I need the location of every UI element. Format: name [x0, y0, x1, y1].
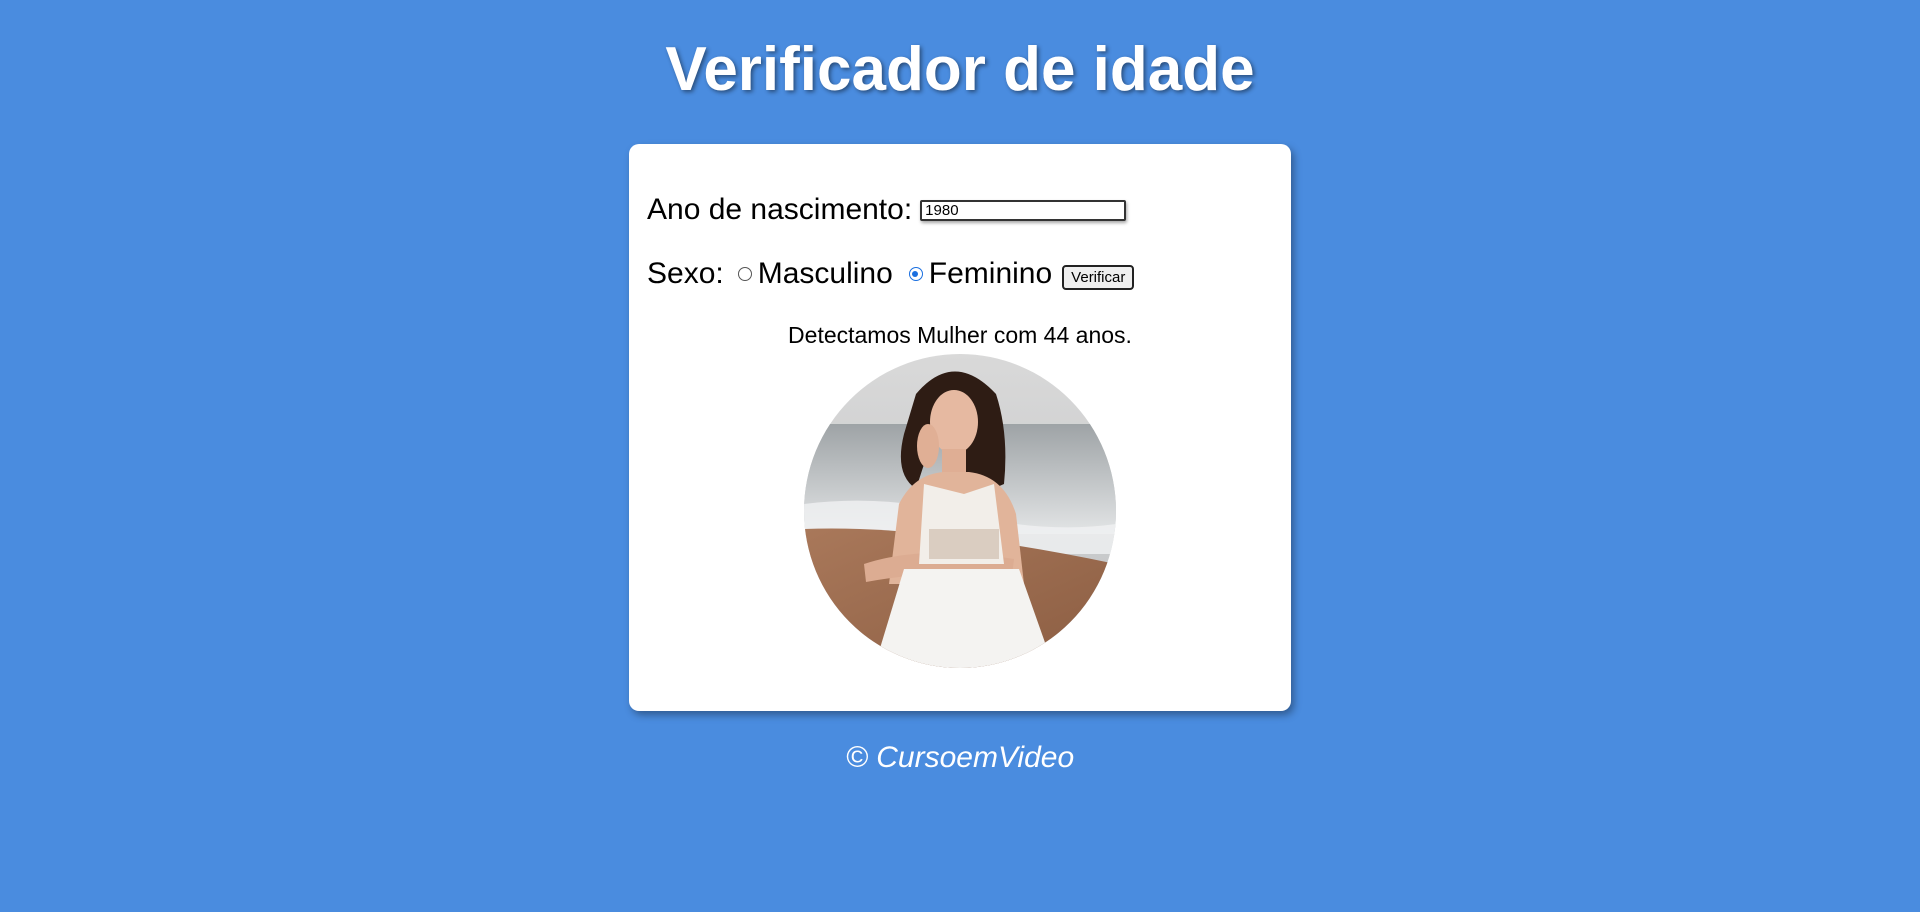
- birth-year-input[interactable]: [920, 199, 1127, 221]
- form-card: Ano de nascimento: Sexo: Masculino Femin…: [629, 144, 1291, 711]
- verify-button[interactable]: Verificar: [1062, 264, 1135, 290]
- page-title: Verificador de idade: [665, 35, 1255, 104]
- radio-feminino[interactable]: [908, 267, 923, 281]
- sex-row: Sexo: Masculino Feminino Verificar: [647, 254, 1135, 294]
- birth-year-label: Ano de nascimento:: [647, 193, 913, 226]
- birth-year-row: Ano de nascimento:: [647, 190, 1127, 230]
- radio-masculino-label[interactable]: Masculino: [758, 254, 893, 294]
- woman-photo-icon: [804, 354, 1116, 668]
- page-header: Verificador de idade: [0, 34, 1920, 106]
- radio-feminino-label[interactable]: Feminino: [929, 254, 1052, 294]
- result-message: Detectamos Mulher com 44 anos.: [788, 322, 1132, 348]
- footer-credit: © CursoemVideo: [845, 741, 1075, 774]
- radio-masculino[interactable]: [737, 267, 752, 281]
- result-photo: [804, 354, 1116, 668]
- sex-label: Sexo:: [647, 257, 724, 290]
